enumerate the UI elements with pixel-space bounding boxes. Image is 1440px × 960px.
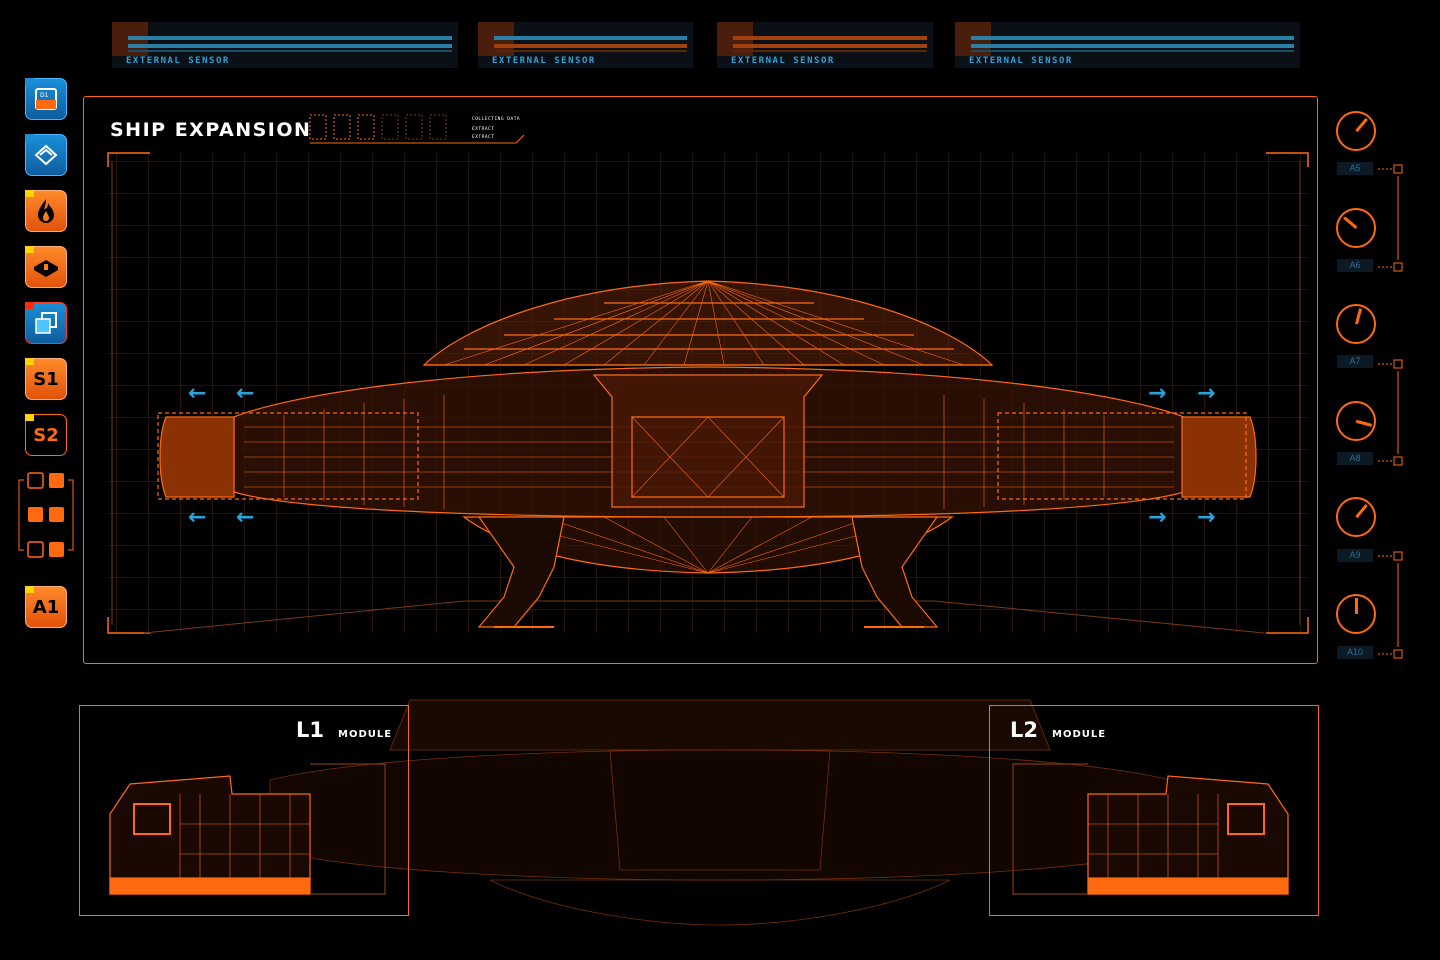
svg-text:D1: D1 xyxy=(40,92,49,99)
module-l1-wireframe xyxy=(109,763,386,895)
expand-right-arrow-icon[interactable]: → xyxy=(1197,507,1215,529)
ship-expansion-panel: SHIP EXPANSION COLLECTING DATA EXTRACT E… xyxy=(83,96,1318,664)
expand-left-arrow-icon[interactable]: ← xyxy=(236,383,254,405)
dial-label: A9 xyxy=(1337,549,1373,562)
dial-a9[interactable] xyxy=(1336,497,1376,537)
dial-connectors xyxy=(1378,164,1403,659)
s2-icon: S2 xyxy=(33,424,59,446)
sensor-label: EXTERNAL SENSOR xyxy=(731,56,835,66)
external-sensor-1: EXTERNAL SENSOR xyxy=(112,22,458,68)
a1-icon: A1 xyxy=(32,596,60,618)
page-title: SHIP EXPANSION xyxy=(110,119,312,141)
sidebar-item-box[interactable] xyxy=(25,246,67,288)
module-l1-title: L1 MODULE xyxy=(296,718,393,742)
external-sensor-4: EXTERNAL SENSOR xyxy=(955,22,1300,68)
dial-label: A7 xyxy=(1337,355,1373,368)
status-collecting: COLLECTING DATA xyxy=(472,117,521,122)
overlap-squares-icon xyxy=(35,312,57,334)
expand-right-arrow-icon[interactable]: → xyxy=(1148,383,1166,405)
sensor-label: EXTERNAL SENSOR xyxy=(969,56,1073,66)
sidebar-item-flame[interactable] xyxy=(25,190,67,232)
sidebar-item-a1[interactable]: A1 xyxy=(25,586,67,628)
module-l2-panel[interactable]: L2 MODULE xyxy=(989,705,1319,916)
expand-left-arrow-icon[interactable]: ← xyxy=(188,383,206,405)
dial-a8[interactable] xyxy=(1336,401,1376,441)
dial-label: A5 xyxy=(1337,162,1373,175)
dial-label: A8 xyxy=(1337,452,1373,465)
dial-label: A10 xyxy=(1337,646,1373,659)
expand-left-arrow-icon[interactable]: ← xyxy=(236,507,254,529)
sidebar-item-s1[interactable]: S1 xyxy=(25,358,67,400)
sensor-label: EXTERNAL SENSOR xyxy=(126,56,230,66)
s1-icon: S1 xyxy=(33,368,59,390)
grid-cells-icon[interactable] xyxy=(18,470,74,562)
status-extract-1: EXTRACT xyxy=(472,127,495,132)
dial-a6[interactable] xyxy=(1336,208,1376,248)
box-icon xyxy=(34,260,58,277)
sidebar-item-diamond[interactable] xyxy=(25,134,67,176)
sidebar-item-d1[interactable]: D1 xyxy=(25,78,67,120)
diamond-layers-icon xyxy=(34,144,58,166)
module-l2-wireframe xyxy=(1012,763,1289,895)
external-sensor-3: EXTERNAL SENSOR xyxy=(717,22,933,68)
status-extract-2: EXTRACT xyxy=(472,135,495,140)
expand-left-arrow-icon[interactable]: ← xyxy=(188,507,206,529)
dial-a5[interactable] xyxy=(1336,111,1376,151)
sidebar-item-s2[interactable]: S2 xyxy=(25,414,67,456)
sensor-label: EXTERNAL SENSOR xyxy=(492,56,596,66)
module-l2-title: L2 MODULE xyxy=(1010,718,1107,742)
external-sensor-2: EXTERNAL SENSOR xyxy=(478,22,693,68)
module-l1-panel[interactable]: L1 MODULE xyxy=(79,705,409,916)
sidebar-item-overlap[interactable] xyxy=(25,302,67,344)
dial-label: A6 xyxy=(1337,259,1373,272)
ship-viewport xyxy=(107,114,1309,634)
d1-drive-icon: D1 xyxy=(35,88,57,110)
expand-right-arrow-icon[interactable]: → xyxy=(1197,383,1215,405)
dial-a10[interactable] xyxy=(1336,594,1376,634)
dial-a7[interactable] xyxy=(1336,304,1376,344)
flame-icon xyxy=(38,199,54,223)
expand-right-arrow-icon[interactable]: → xyxy=(1148,507,1166,529)
